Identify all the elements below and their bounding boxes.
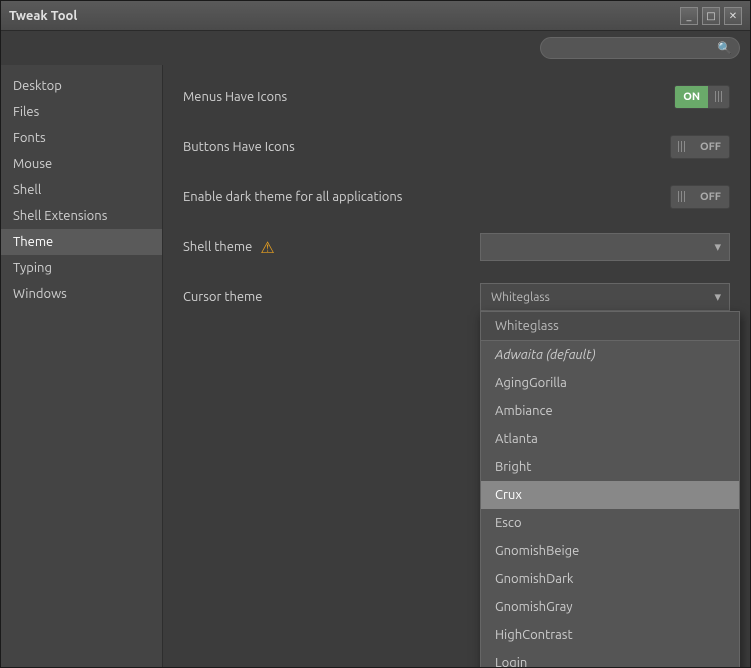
cursor-theme-dropdown-header[interactable]: Whiteglass ▾ bbox=[480, 283, 730, 311]
cursor-theme-dropdown[interactable]: Whiteglass ▾ Whiteglass Adwaita (default… bbox=[480, 283, 730, 311]
menus-have-icons-toggle[interactable]: ON ||| bbox=[674, 85, 730, 109]
search-bar: 🔍 bbox=[1, 31, 750, 65]
sidebar-item-windows[interactable]: Windows bbox=[1, 281, 162, 307]
toggle-off-label-2: OFF bbox=[692, 186, 729, 208]
toggle-on-label: ON bbox=[675, 86, 708, 108]
dropdown-item-adwaita[interactable]: Adwaita (default) bbox=[481, 341, 739, 369]
dropdown-item-esco[interactable]: Esco bbox=[481, 509, 739, 537]
cursor-theme-label: Cursor theme bbox=[183, 290, 480, 304]
minimize-button[interactable]: _ bbox=[680, 7, 698, 25]
sidebar-item-shell-extensions[interactable]: Shell Extensions bbox=[1, 203, 162, 229]
buttons-have-icons-row: Buttons Have Icons ||| OFF bbox=[183, 131, 730, 163]
dropdown-item-gnomishdark[interactable]: GnomishDark bbox=[481, 565, 739, 593]
maximize-button[interactable]: □ bbox=[702, 7, 720, 25]
sidebar: Desktop Files Fonts Mouse Shell Shell Ex… bbox=[1, 65, 163, 667]
dropdown-item-login[interactable]: Login bbox=[481, 649, 739, 667]
dropdown-item-aginggorilla[interactable]: AgingGorilla bbox=[481, 369, 739, 397]
cursor-theme-value: Whiteglass bbox=[491, 291, 550, 304]
shell-theme-dropdown-header[interactable]: ▾ bbox=[480, 233, 730, 261]
toggle-off-label: OFF bbox=[692, 136, 729, 158]
sidebar-item-fonts[interactable]: Fonts bbox=[1, 125, 162, 151]
close-button[interactable]: ✕ bbox=[724, 7, 742, 25]
titlebar: Tweak Tool _ □ ✕ bbox=[1, 1, 750, 31]
window-controls: _ □ ✕ bbox=[680, 7, 742, 25]
dropdown-item-crux[interactable]: Crux bbox=[481, 481, 739, 509]
toggle-lines-3: ||| bbox=[671, 186, 692, 208]
menus-have-icons-label: Menus Have Icons bbox=[183, 90, 674, 104]
toggle-lines: ||| bbox=[708, 86, 729, 108]
shell-warning-icon: ⚠ bbox=[260, 238, 274, 257]
dropdown-item-atlanta[interactable]: Atlanta bbox=[481, 425, 739, 453]
search-icon: 🔍 bbox=[717, 41, 732, 55]
sidebar-item-shell[interactable]: Shell bbox=[1, 177, 162, 203]
shell-theme-row: Shell theme ⚠ ▾ bbox=[183, 231, 730, 263]
sidebar-item-theme[interactable]: Theme bbox=[1, 229, 162, 255]
buttons-have-icons-label: Buttons Have Icons bbox=[183, 140, 670, 154]
main-area: Desktop Files Fonts Mouse Shell Shell Ex… bbox=[1, 65, 750, 667]
shell-theme-label: Shell theme ⚠ bbox=[183, 238, 480, 257]
sidebar-item-typing[interactable]: Typing bbox=[1, 255, 162, 281]
sidebar-item-files[interactable]: Files bbox=[1, 99, 162, 125]
sidebar-item-mouse[interactable]: Mouse bbox=[1, 151, 162, 177]
cursor-theme-row: Cursor theme Whiteglass ▾ Whiteglass Adw… bbox=[183, 281, 730, 313]
main-window: Tweak Tool _ □ ✕ 🔍 Desktop Files Fonts M… bbox=[0, 0, 751, 668]
chevron-down-icon: ▾ bbox=[714, 240, 721, 255]
dark-theme-row: Enable dark theme for all applications |… bbox=[183, 181, 730, 213]
cursor-chevron-down-icon: ▾ bbox=[714, 290, 721, 305]
dropdown-item-gnomishgray[interactable]: GnomishGray bbox=[481, 593, 739, 621]
sidebar-item-desktop[interactable]: Desktop bbox=[1, 73, 162, 99]
search-wrapper: 🔍 bbox=[540, 37, 740, 59]
window-title: Tweak Tool bbox=[9, 9, 680, 23]
dark-theme-label: Enable dark theme for all applications bbox=[183, 190, 670, 204]
menus-have-icons-row: Menus Have Icons ON ||| bbox=[183, 81, 730, 113]
content-panel: Menus Have Icons ON ||| Buttons Have Ico… bbox=[163, 65, 750, 667]
dropdown-item-gnomishbeige[interactable]: GnomishBeige bbox=[481, 537, 739, 565]
dropdown-item-ambiance[interactable]: Ambiance bbox=[481, 397, 739, 425]
search-input[interactable] bbox=[540, 37, 740, 59]
buttons-have-icons-toggle[interactable]: ||| OFF bbox=[670, 135, 730, 159]
shell-theme-dropdown[interactable]: ▾ bbox=[480, 233, 730, 261]
dark-theme-toggle[interactable]: ||| OFF bbox=[670, 185, 730, 209]
dropdown-item-bright[interactable]: Bright bbox=[481, 453, 739, 481]
cursor-theme-dropdown-list: Whiteglass Adwaita (default) AgingGorill… bbox=[480, 311, 740, 667]
toggle-lines-2: ||| bbox=[671, 136, 692, 158]
dropdown-item-highcontrast[interactable]: HighContrast bbox=[481, 621, 739, 649]
dropdown-item-whiteglass[interactable]: Whiteglass bbox=[481, 312, 739, 341]
